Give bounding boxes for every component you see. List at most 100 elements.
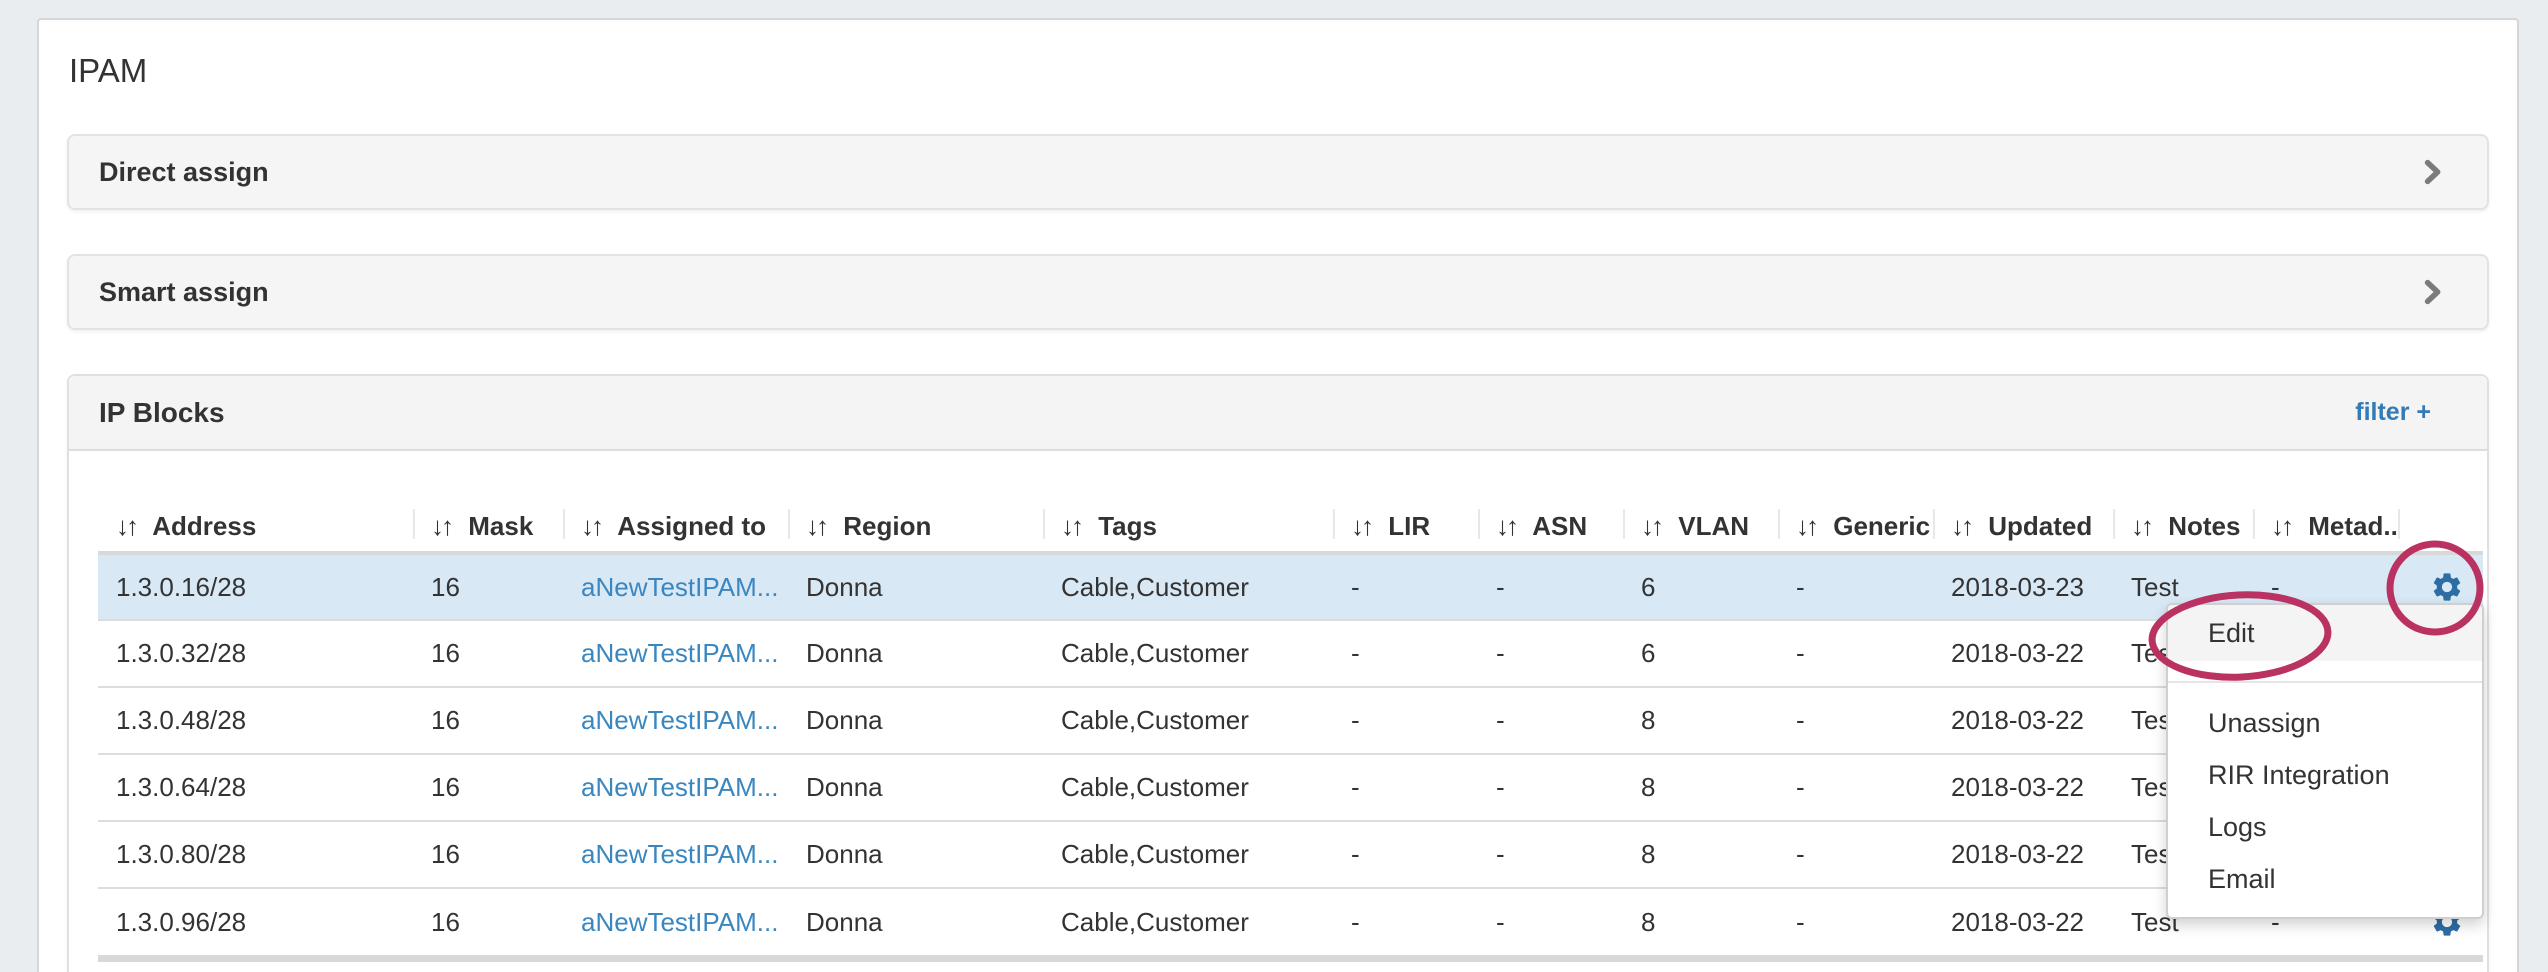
assigned-to-link[interactable]: aNewTestIPAM...: [581, 772, 778, 802]
cell-assigned-to: aNewTestIPAM...: [563, 553, 788, 620]
cell-address: 1.3.0.48/28: [98, 687, 413, 754]
sort-arrows-icon: ↓↑: [1061, 511, 1081, 541]
sort-arrows-icon: ↓↑: [806, 511, 826, 541]
sort-arrows-icon: ↓↑: [1496, 511, 1516, 541]
cell-updated: 2018-03-22: [1933, 620, 2113, 687]
column-header-actions: [2398, 501, 2483, 553]
column-header-notes[interactable]: ↓↑ Notes: [2113, 501, 2253, 553]
cell-asn: -: [1478, 821, 1623, 888]
cell-updated: 2018-03-22: [1933, 754, 2113, 821]
gear-icon[interactable]: [2430, 570, 2464, 604]
column-header-label: ASN: [1532, 511, 1587, 541]
assigned-to-link[interactable]: aNewTestIPAM...: [581, 907, 778, 937]
sort-arrows-icon: ↓↑: [1351, 511, 1371, 541]
column-header-label: Tags: [1098, 511, 1157, 541]
cell-asn: -: [1478, 553, 1623, 620]
column-header-vlan[interactable]: ↓↑ VLAN: [1623, 501, 1778, 553]
cell-tags: Cable,Customer: [1043, 553, 1333, 620]
sort-arrows-icon: ↓↑: [1796, 511, 1816, 541]
column-header-metadata[interactable]: ↓↑ Metad...: [2253, 501, 2398, 553]
cell-mask: 16: [413, 553, 563, 620]
cell-assigned-to: aNewTestIPAM...: [563, 620, 788, 687]
cell-generic: -: [1778, 620, 1933, 687]
column-header-mask[interactable]: ↓↑ Mask: [413, 501, 563, 553]
cell-assigned-to: aNewTestIPAM...: [563, 888, 788, 955]
cell-asn: -: [1478, 620, 1623, 687]
table-row[interactable]: 1.3.0.32/2816 aNewTestIPAM... DonnaCable,C…: [98, 620, 2483, 687]
smart-assign-panel[interactable]: Smart assign: [67, 254, 2489, 330]
direct-assign-panel[interactable]: Direct assign: [67, 134, 2489, 210]
cell-generic: -: [1778, 821, 1933, 888]
sort-arrows-icon: ↓↑: [2131, 511, 2151, 541]
direct-assign-label: Direct assign: [99, 157, 269, 188]
ip-blocks-table: ↓↑ Address↓↑ Mask↓↑ Assigned to↓↑ Region…: [98, 501, 2483, 955]
assigned-to-link[interactable]: aNewTestIPAM...: [581, 705, 778, 735]
column-header-region[interactable]: ↓↑ Region: [788, 501, 1043, 553]
cell-tags: Cable,Customer: [1043, 821, 1333, 888]
table-row[interactable]: 1.3.0.96/2816aNewTestIPAM...DonnaCable,C…: [98, 888, 2483, 955]
cell-tags: Cable,Customer: [1043, 888, 1333, 955]
cell-assigned-to: aNewTestIPAM...: [563, 754, 788, 821]
cell-asn: -: [1478, 888, 1623, 955]
table-bottom-divider: [98, 955, 2483, 962]
menu-item-unassign[interactable]: Unassign: [2168, 697, 2482, 749]
column-header-updated[interactable]: ↓↑ Updated: [1933, 501, 2113, 553]
table-row[interactable]: 1.3.0.16/2816 aNewTestIPAM... DonnaCable,C…: [98, 553, 2483, 620]
column-header-asn[interactable]: ↓↑ ASN: [1478, 501, 1623, 553]
cell-asn: -: [1478, 687, 1623, 754]
gear-context-menu: Edit UnassignRIR IntegrationLogsEmail: [2166, 603, 2484, 919]
menu-item-rir-integration[interactable]: RIR Integration: [2168, 749, 2482, 801]
cell-lir: -: [1333, 754, 1478, 821]
menu-item-email[interactable]: Email: [2168, 853, 2482, 905]
sort-arrows-icon: ↓↑: [2271, 511, 2291, 541]
cell-region: Donna: [788, 620, 1043, 687]
cell-mask: 16: [413, 888, 563, 955]
cell-region: Donna: [788, 553, 1043, 620]
main-card: IPAM Direct assign Smart assign IP Block…: [37, 18, 2519, 972]
smart-assign-label: Smart assign: [99, 277, 269, 308]
cell-address: 1.3.0.32/28: [98, 620, 413, 687]
cell-generic: -: [1778, 754, 1933, 821]
ip-blocks-title: IP Blocks: [99, 397, 225, 429]
ip-blocks-body: ↓↑ Address↓↑ Mask↓↑ Assigned to↓↑ Region…: [69, 451, 2487, 962]
cell-vlan: 8: [1623, 754, 1778, 821]
cell-mask: 16: [413, 754, 563, 821]
cell-region: Donna: [788, 888, 1043, 955]
cell-tags: Cable,Customer: [1043, 620, 1333, 687]
column-header-label: Region: [843, 511, 931, 541]
cell-region: Donna: [788, 821, 1043, 888]
cell-mask: 16: [413, 620, 563, 687]
column-header-tags[interactable]: ↓↑ Tags: [1043, 501, 1333, 553]
column-header-label: Assigned to: [617, 511, 766, 541]
column-header-assigned-to[interactable]: ↓↑ Assigned to: [563, 501, 788, 553]
assigned-to-link[interactable]: aNewTestIPAM...: [581, 638, 778, 668]
menu-item-logs[interactable]: Logs: [2168, 801, 2482, 853]
assigned-to-link[interactable]: aNewTestIPAM...: [581, 572, 778, 602]
table-row[interactable]: 1.3.0.64/2816aNewTestIPAM...DonnaCable,C…: [98, 754, 2483, 821]
table-row[interactable]: 1.3.0.48/2816aNewTestIPAM...DonnaCable,C…: [98, 687, 2483, 754]
column-header-address[interactable]: ↓↑ Address: [98, 501, 413, 553]
table-row[interactable]: 1.3.0.80/2816 aNewTestIPAM... DonnaCable,C…: [98, 821, 2483, 888]
cell-address: 1.3.0.64/28: [98, 754, 413, 821]
column-header-generic[interactable]: ↓↑ Generic: [1778, 501, 1933, 553]
column-header-label: Generic: [1833, 511, 1930, 541]
cell-mask: 16: [413, 821, 563, 888]
cell-updated: 2018-03-22: [1933, 821, 2113, 888]
cell-assigned-to: aNewTestIPAM...: [563, 687, 788, 754]
column-header-label: Metad...: [2308, 511, 2398, 541]
cell-address: 1.3.0.16/28: [98, 553, 413, 620]
page: { "page": { "title": "IPAM" }, "panels":…: [0, 0, 2548, 972]
menu-item-edit[interactable]: Edit: [2168, 605, 2482, 661]
cell-address: 1.3.0.80/28: [98, 821, 413, 888]
filter-toggle-link[interactable]: filter +: [2355, 398, 2431, 427]
column-header-label: Updated: [1988, 511, 2092, 541]
assigned-to-link[interactable]: aNewTestIPAM...: [581, 839, 778, 869]
cell-lir: -: [1333, 888, 1478, 955]
column-header-lir[interactable]: ↓↑ LIR: [1333, 501, 1478, 553]
column-header-label: VLAN: [1678, 511, 1749, 541]
cell-generic: -: [1778, 687, 1933, 754]
column-header-label: Notes: [2168, 511, 2240, 541]
cell-generic: -: [1778, 888, 1933, 955]
sort-arrows-icon: ↓↑: [581, 511, 601, 541]
menu-divider: [2168, 681, 2482, 683]
